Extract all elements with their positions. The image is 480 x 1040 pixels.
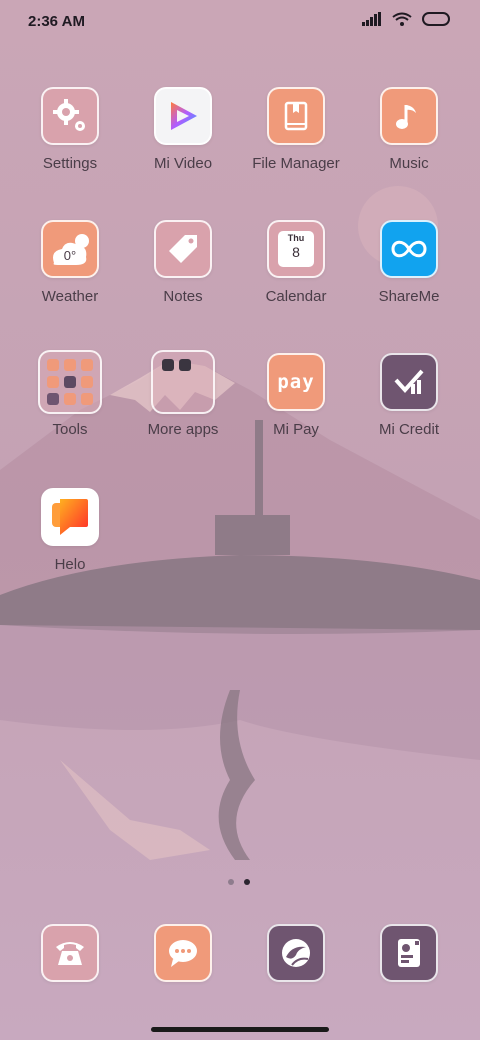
mini-app-icon <box>81 359 93 371</box>
weather-temp: 0° <box>63 247 77 263</box>
mini-app-icon <box>47 359 59 371</box>
mi-credit-tile <box>380 353 438 411</box>
battery-icon <box>422 12 450 26</box>
app-mi-pay[interactable]: pay Mi Pay <box>241 353 351 438</box>
messages-tile <box>154 924 212 982</box>
tag-icon <box>169 235 197 263</box>
message-icon <box>169 940 197 967</box>
page-indicator <box>228 879 250 885</box>
dock-contacts[interactable] <box>354 924 464 982</box>
mi-video-tile <box>154 87 212 145</box>
page-dot-active[interactable] <box>244 879 250 885</box>
app-label: Weather <box>41 288 99 305</box>
calendar-day: 8 <box>292 244 300 260</box>
mini-app-icon <box>64 359 76 371</box>
weather-tile: 0° <box>41 220 99 278</box>
browser-tile <box>267 924 325 982</box>
status-bar: 2:36 AM <box>0 0 480 44</box>
gear-icon <box>53 99 85 131</box>
app-shareme[interactable]: ShareMe <box>354 220 464 305</box>
music-tile <box>380 87 438 145</box>
app-label: Helo <box>54 556 86 573</box>
mi-pay-tile: pay <box>267 353 325 411</box>
app-label: Settings <box>42 155 98 172</box>
mini-app-icon <box>179 359 191 371</box>
play-icon <box>171 102 197 130</box>
dock-browser[interactable] <box>241 924 351 982</box>
book-icon <box>284 101 308 131</box>
mini-app-icon <box>47 393 59 405</box>
tools-folder-tile <box>38 350 102 414</box>
phone-icon <box>56 942 84 965</box>
app-music[interactable]: Music <box>354 87 464 172</box>
app-settings[interactable]: Settings <box>15 87 125 172</box>
wifi-icon <box>392 12 412 26</box>
chat-bubble-icon <box>52 499 88 535</box>
calendar-weekday: Thu <box>287 233 305 243</box>
status-icons <box>362 12 452 26</box>
contacts-icon <box>398 939 420 967</box>
mini-app-icon <box>47 376 59 388</box>
pay-badge: pay <box>277 371 315 393</box>
app-mi-video[interactable]: Mi Video <box>128 87 238 172</box>
more-apps-folder-tile <box>151 350 215 414</box>
app-weather[interactable]: 0° Weather <box>15 220 125 305</box>
app-label: Music <box>389 155 429 172</box>
contacts-tile <box>380 924 438 982</box>
folder-more-apps[interactable]: More apps <box>128 350 238 438</box>
app-label: Mi Video <box>153 155 213 172</box>
folder-tools[interactable]: Tools <box>15 350 125 438</box>
app-label: Calendar <box>265 288 327 305</box>
app-notes[interactable]: Notes <box>128 220 238 305</box>
app-helo[interactable]: Helo <box>15 488 125 573</box>
music-note-icon <box>396 105 416 129</box>
app-label: More apps <box>147 421 219 438</box>
status-time: 2:36 AM <box>28 13 85 30</box>
mini-app-icon <box>64 376 76 388</box>
home-indicator-bar[interactable] <box>151 1027 329 1032</box>
more-apps-folder-preview <box>162 359 191 371</box>
app-file-manager[interactable]: File Manager <box>241 87 351 172</box>
app-label: Tools <box>52 421 88 438</box>
calendar-tile: Thu 8 <box>267 220 325 278</box>
app-calendar[interactable]: Thu 8 Calendar <box>241 220 351 305</box>
phone-tile <box>41 924 99 982</box>
app-label: Mi Pay <box>273 421 319 438</box>
app-label: File Manager <box>252 155 340 172</box>
signal-icon <box>362 12 381 26</box>
tools-folder-preview <box>47 359 93 405</box>
mini-app-icon <box>81 393 93 405</box>
dock-messages[interactable] <box>128 924 238 982</box>
helo-tile <box>41 488 99 546</box>
mini-app-icon <box>162 359 174 371</box>
file-manager-tile <box>267 87 325 145</box>
shareme-tile <box>380 220 438 278</box>
dock-phone[interactable] <box>15 924 125 982</box>
app-label: Mi Credit <box>378 421 439 438</box>
page-dot[interactable] <box>228 879 234 885</box>
mini-app-icon <box>81 376 93 388</box>
infinity-icon <box>391 240 427 258</box>
app-label: ShareMe <box>378 288 440 305</box>
credit-check-icon <box>394 369 424 394</box>
app-label: Notes <box>163 288 203 305</box>
mini-app-icon <box>64 393 76 405</box>
settings-tile <box>41 87 99 145</box>
notes-tile <box>154 220 212 278</box>
calendar-page-icon: Thu 8 <box>278 231 314 267</box>
browser-icon <box>282 939 310 967</box>
app-mi-credit[interactable]: Mi Credit <box>354 353 464 438</box>
